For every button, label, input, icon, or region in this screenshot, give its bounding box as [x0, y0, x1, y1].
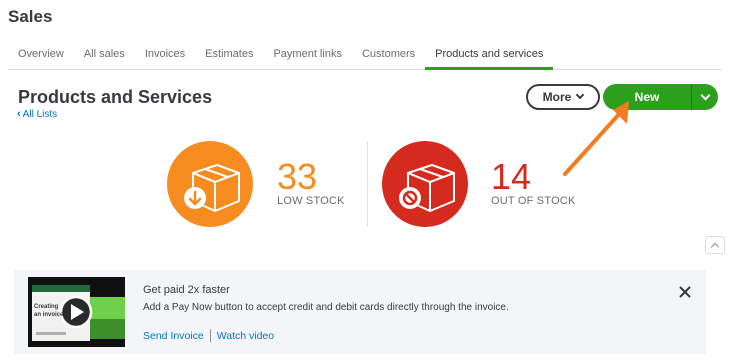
tab-all-sales[interactable]: All sales — [74, 40, 135, 69]
banner-links: Send Invoice Watch video — [143, 329, 274, 342]
low-stock-label: LOW STOCK — [277, 195, 345, 207]
stats-divider — [367, 141, 368, 227]
banner-description: Add a Pay Now button to accept credit an… — [143, 302, 509, 313]
tab-invoices[interactable]: Invoices — [135, 40, 195, 69]
low-stock-circle[interactable] — [167, 141, 253, 227]
page-title: Products and Services — [18, 87, 213, 107]
new-dropdown-button[interactable] — [691, 84, 718, 110]
close-icon[interactable] — [677, 284, 693, 300]
promo-banner: Creating an invoice Get paid 2x faster A… — [14, 270, 706, 354]
chevron-left-icon: ‹ — [17, 108, 21, 120]
video-thumbnail-text: Creating an invoice — [34, 304, 64, 318]
send-invoice-link[interactable]: Send Invoice — [143, 330, 204, 342]
sales-tabs: Overview All sales Invoices Estimates Pa… — [8, 40, 722, 70]
tab-estimates[interactable]: Estimates — [195, 40, 263, 69]
low-stock-count[interactable]: 33 — [277, 156, 317, 198]
annotation-arrow-icon — [563, 101, 629, 176]
video-thumbnail[interactable]: Creating an invoice — [28, 277, 125, 347]
out-of-stock-count[interactable]: 14 — [491, 156, 531, 198]
collapse-button[interactable] — [705, 236, 725, 254]
tab-customers[interactable]: Customers — [352, 40, 425, 69]
box-blocked-icon — [399, 164, 455, 212]
out-of-stock-label: OUT OF STOCK — [491, 195, 576, 207]
chevron-down-icon — [700, 90, 710, 100]
watch-video-link[interactable]: Watch video — [217, 330, 274, 342]
link-divider — [209, 329, 211, 342]
all-lists-link[interactable]: ‹ All Lists — [17, 108, 57, 120]
out-of-stock-circle[interactable] — [382, 141, 468, 227]
tab-payment-links[interactable]: Payment links — [263, 40, 351, 69]
tab-overview[interactable]: Overview — [8, 40, 74, 69]
box-download-icon — [184, 164, 240, 212]
chevron-up-icon — [710, 242, 720, 252]
banner-title: Get paid 2x faster — [143, 284, 230, 296]
tab-products-and-services[interactable]: Products and services — [425, 40, 554, 70]
app-title: Sales — [8, 7, 53, 26]
all-lists-label: All Lists — [22, 108, 58, 120]
